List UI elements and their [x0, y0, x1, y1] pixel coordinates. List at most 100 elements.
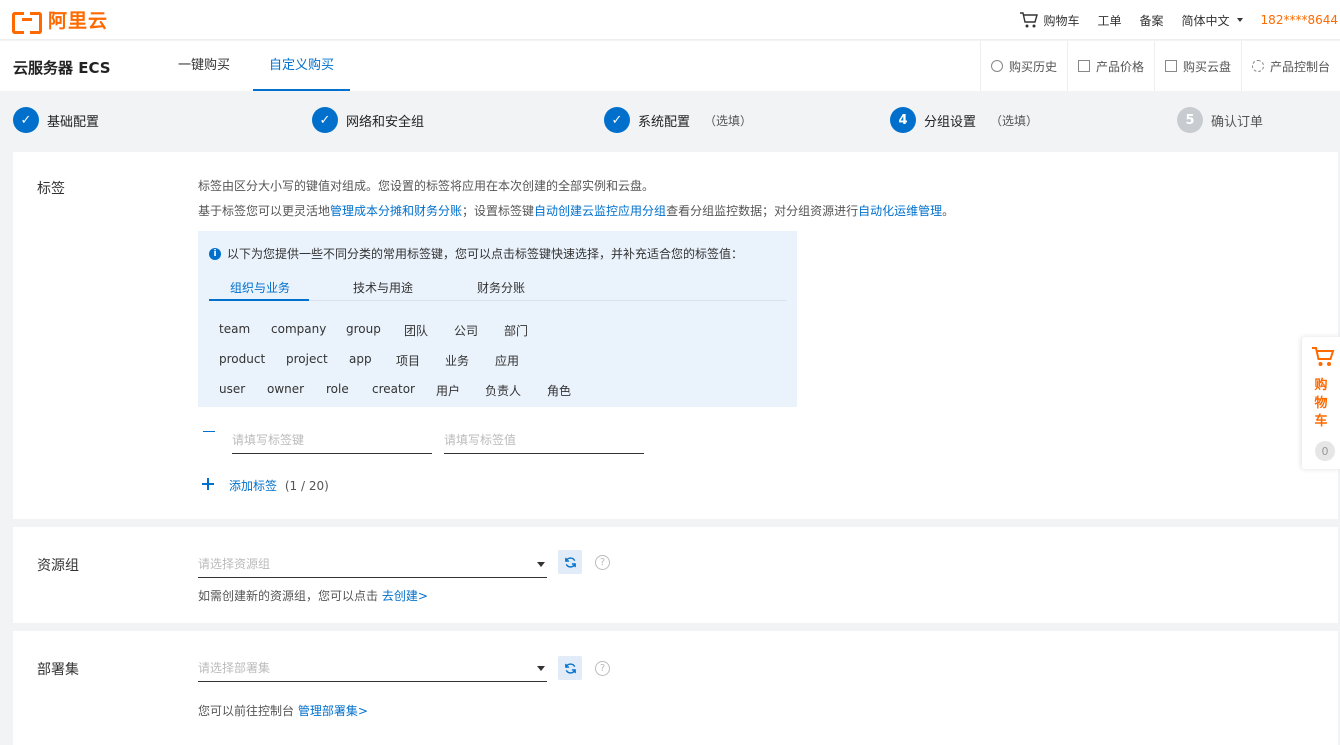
automation-ops-link[interactable]: 自动化运维管理 [858, 204, 942, 218]
product-title: 云服务器 ECS [13, 59, 111, 77]
language-selector[interactable]: 简体中文 [1182, 12, 1243, 29]
step-confirm-order[interactable]: 5 确认订单 [1177, 107, 1263, 133]
deployment-set-panel: 部署集 请选择部署集 ? 您可以前往控制台 管理部署集> [13, 631, 1338, 745]
remove-tag-button[interactable] [203, 431, 215, 432]
tag-key-chip[interactable]: user [219, 382, 245, 396]
tags-description: 标签由区分大小写的键值对组成。您设置的标签将应用在本次创建的全部实例和云盘。 [198, 179, 655, 193]
tag-key-chip[interactable]: company [271, 322, 326, 336]
cart-icon [1312, 347, 1335, 366]
tag-key-chip[interactable]: team [219, 322, 250, 336]
tag-key-chip[interactable]: 公司 [454, 322, 478, 339]
tags-description-2: 基于标签您可以更灵活地管理成本分摊和财务分账；设置标签键自动创建云监控应用分组查… [198, 202, 954, 219]
logo-text: 阿里云 [48, 10, 109, 32]
tag-suggestion-box: i 以下为您提供一些不同分类的常用标签键，您可以点击标签键快速选择，并补充适合您… [198, 231, 797, 407]
purchase-history-button[interactable]: 购买历史 [979, 41, 1067, 91]
step-label: 系统配置 [638, 114, 691, 130]
chevron-down-icon [1236, 18, 1243, 22]
step-label: 基础配置 [47, 114, 100, 130]
step-network-security[interactable]: ✓ 网络和安全组 [312, 107, 424, 133]
deployment-set-select[interactable]: 请选择部署集 [198, 654, 547, 682]
disk-icon [1164, 60, 1177, 72]
refresh-button[interactable] [558, 656, 582, 680]
tag-key-chip[interactable]: 用户 [436, 382, 460, 399]
tag-count: (1 / 20) [284, 479, 329, 493]
manage-deployment-set-link[interactable]: 管理部署集> [298, 704, 368, 718]
step-label: 分组设置 [924, 114, 977, 130]
step-label: 确认订单 [1211, 114, 1264, 130]
desc-text: 查看分组监控数据；对分组资源进行 [666, 204, 859, 218]
cart-label: 购物车 [1043, 13, 1080, 28]
step-optional: （选填） [704, 113, 753, 128]
tab-custom-buy[interactable]: 自定义购买 [253, 41, 351, 91]
plus-icon[interactable] [202, 478, 214, 490]
cart-char: 车 [1314, 414, 1328, 429]
help-icon[interactable]: ? [595, 661, 610, 676]
tag-key-chip[interactable]: 角色 [547, 382, 571, 399]
refresh-icon [564, 662, 576, 674]
tab-tech-usage[interactable]: 技术与用途 [353, 279, 413, 296]
create-resource-group-link[interactable]: 去创建> [382, 589, 428, 603]
hint-text: 如需创建新的资源组，您可以点击 [198, 589, 379, 603]
tag-key-chip[interactable]: 业务 [445, 352, 469, 369]
tag-key-chip[interactable]: product [219, 352, 265, 366]
add-tag-link[interactable]: 添加标签 [229, 479, 277, 493]
step-optional: （选填） [990, 113, 1039, 128]
filing-link[interactable]: 备案 [1140, 12, 1164, 29]
tag-key-chip[interactable]: group [346, 322, 381, 336]
help-icon[interactable]: ? [595, 555, 610, 570]
clock-icon [990, 60, 1003, 72]
cost-allocation-link[interactable]: 管理成本分摊和财务分账 [330, 204, 462, 218]
tag-key-chip[interactable]: project [286, 352, 328, 366]
cloud-monitor-link[interactable]: 自动创建云监控应用分组 [534, 204, 666, 218]
tag-key-chip[interactable]: 团队 [404, 322, 428, 339]
tag-key-chip[interactable]: role [326, 382, 349, 396]
step-group-settings[interactable]: 4 分组设置 （选填） [890, 107, 1038, 133]
refresh-button[interactable] [558, 550, 582, 574]
tag-key-input[interactable]: 请填写标签键 [232, 426, 432, 454]
tab-finance[interactable]: 财务分账 [477, 279, 525, 296]
floating-cart[interactable]: 购 物 车 0 [1302, 337, 1340, 469]
tab-org-business[interactable]: 组织与业务 [230, 279, 290, 296]
cart-icon [1020, 12, 1039, 28]
add-tag-row: 添加标签 (1 / 20) [229, 477, 329, 494]
resource-group-label: 资源组 [37, 558, 79, 574]
deployment-set-label: 部署集 [37, 662, 79, 678]
resource-group-panel: 资源组 请选择资源组 ? 如需创建新的资源组，您可以点击 去创建> [13, 527, 1338, 623]
cart-char: 购 [1314, 378, 1328, 393]
check-icon: ✓ [312, 107, 338, 133]
tag-key-chip[interactable]: 应用 [495, 352, 519, 369]
check-icon: ✓ [604, 107, 630, 133]
product-price-button[interactable]: 产品价格 [1066, 41, 1154, 91]
step-basic-config[interactable]: ✓ 基础配置 [13, 107, 99, 133]
dropdown-arrow-icon [537, 666, 545, 671]
resource-group-select[interactable]: 请选择资源组 [198, 550, 547, 578]
tag-key-chip[interactable]: 部门 [504, 322, 528, 339]
purchase-history-label: 购买历史 [1008, 59, 1057, 74]
buy-disk-button[interactable]: 购买云盘 [1153, 41, 1241, 91]
top-nav: 购物车 工单 备案 简体中文 182****8644 [1001, 0, 1340, 40]
cart-link[interactable]: 购物车 [1019, 11, 1080, 29]
console-label: 产品控制台 [1269, 59, 1330, 74]
tag-key-chip[interactable]: creator [372, 382, 415, 396]
account-phone[interactable]: 182****8644 [1261, 13, 1338, 27]
check-icon: ✓ [13, 107, 39, 133]
ticket-link[interactable]: 工单 [1098, 12, 1122, 29]
language-label: 简体中文 [1181, 13, 1230, 28]
tab-quick-buy[interactable]: 一键购买 [178, 41, 230, 91]
tag-key-chip[interactable]: 项目 [396, 352, 420, 369]
step-system-config[interactable]: ✓ 系统配置 （选填） [604, 107, 752, 133]
aliyun-logo[interactable]: 阿里云 [12, 6, 109, 34]
console-button[interactable]: 产品控制台 [1240, 41, 1340, 91]
header-actions: 购买历史 产品价格 购买云盘 产品控制台 [979, 41, 1340, 91]
deployment-set-placeholder: 请选择部署集 [198, 661, 271, 675]
step-number: 5 [1177, 107, 1203, 133]
tag-value-input[interactable]: 请填写标签值 [444, 426, 644, 454]
tag-key-chip[interactable]: app [349, 352, 372, 366]
step-label: 网络和安全组 [346, 114, 425, 130]
tag-key-chip[interactable]: owner [267, 382, 304, 396]
cart-count-badge: 0 [1315, 441, 1335, 461]
price-list-icon [1077, 60, 1090, 72]
tag-key-chip[interactable]: 负责人 [485, 382, 521, 399]
floating-cart-label: 购 物 车 [1302, 377, 1340, 431]
tip-header: i 以下为您提供一些不同分类的常用标签键，您可以点击标签键快速选择，并补充适合您… [209, 245, 743, 262]
